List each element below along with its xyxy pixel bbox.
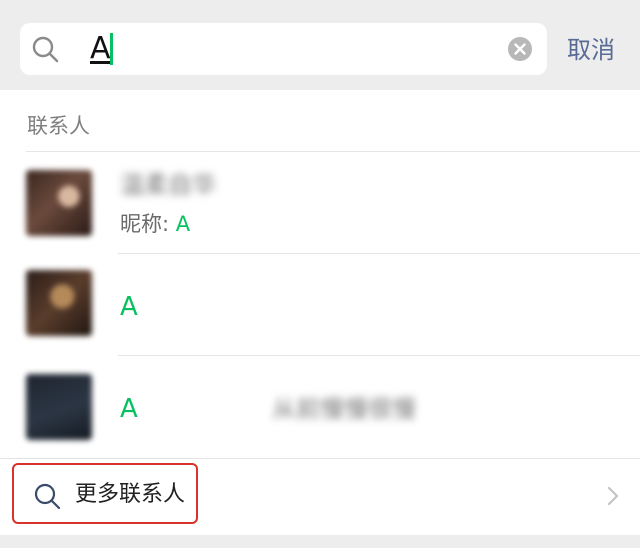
more-contacts-label: 更多联系人 — [75, 482, 186, 507]
contact-name: 温柔自华 — [120, 171, 216, 199]
contact-match-name: A — [120, 394, 138, 424]
nickname-prefix: 昵称: — [120, 212, 176, 236]
contact-row[interactable]: A 从前慢慢很慢 — [0, 356, 640, 456]
search-icon — [32, 36, 59, 63]
search-query-text: A — [90, 31, 111, 66]
results-panel: 联系人 温柔自华 昵称: A A A 从前慢慢很慢 更多联系人 — [0, 90, 640, 535]
avatar — [26, 170, 92, 236]
bottom-strip — [0, 535, 640, 548]
contact-extra-info: 从前慢慢很慢 — [272, 395, 416, 423]
contact-match-name: A — [120, 292, 138, 322]
search-bar: A 取消 — [0, 0, 640, 90]
more-contacts-button[interactable]: 更多联系人 — [0, 458, 640, 535]
chevron-right-icon — [607, 486, 619, 506]
search-input[interactable]: A — [20, 23, 547, 75]
avatar — [26, 270, 92, 336]
avatar — [26, 374, 92, 440]
contact-row[interactable]: 温柔自华 昵称: A — [0, 152, 640, 252]
nickname-match: A — [175, 212, 191, 236]
cancel-button[interactable]: 取消 — [567, 34, 615, 66]
contact-nickname: 昵称: A — [120, 210, 190, 238]
text-caret — [110, 33, 113, 65]
section-title-contacts: 联系人 — [27, 114, 90, 138]
contact-row[interactable]: A — [0, 254, 640, 354]
clear-icon[interactable] — [507, 36, 533, 62]
search-icon — [34, 483, 61, 510]
